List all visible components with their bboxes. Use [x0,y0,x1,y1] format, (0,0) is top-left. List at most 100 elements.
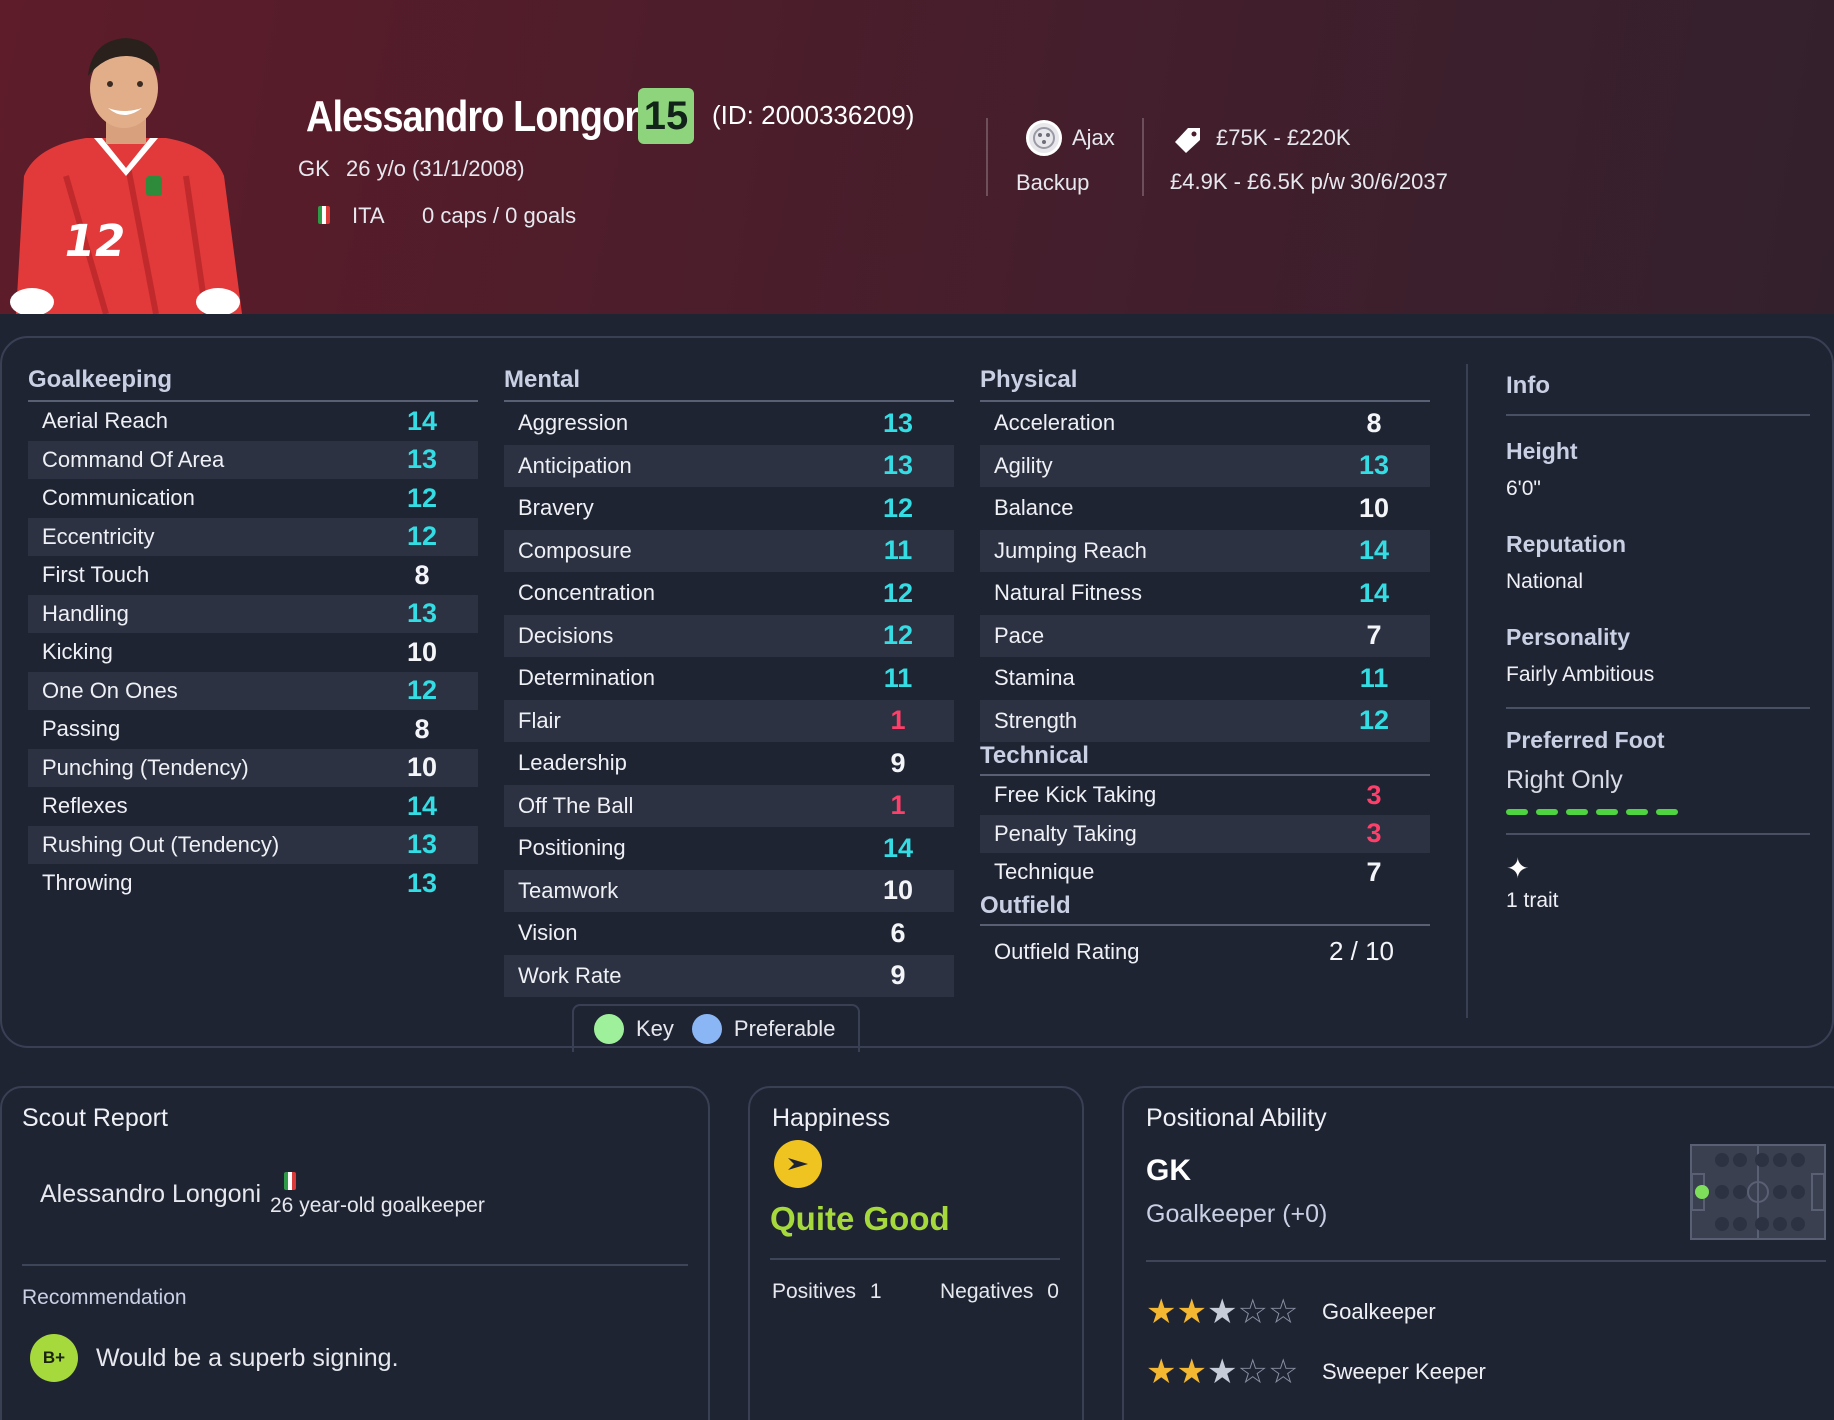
happiness-divider [770,1258,1060,1260]
attribute-row[interactable]: Off The Ball 1 [504,784,954,827]
attribute-row[interactable]: Natural Fitness 14 [980,572,1430,615]
attribute-value: 13 [882,407,914,438]
attribute-label: Pace [994,622,1045,648]
attribute-value: 13 [406,598,438,629]
positional-ability-card: Positional Ability GK Goalkeeper (+0) ★ ★… [1122,1086,1834,1420]
attribute-label: Flair [518,707,561,733]
attribute-row[interactable]: Balance 10 [980,487,1430,530]
attribute-row[interactable]: Communication 12 [28,479,478,518]
attribute-value: 7 [1366,620,1382,651]
scout-report-card: Scout Report Alessandro Longoni 26 year-… [0,1086,710,1420]
star-icon: ☆ [1267,1293,1299,1331]
club-name[interactable]: Ajax [1072,125,1115,151]
info-title: Info [1506,372,1810,416]
reputation-label: Reputation [1506,531,1627,557]
svg-text:12: 12 [60,216,130,267]
attribute-row[interactable]: Free Kick Taking 3 [980,776,1430,815]
attribute-value: 10 [1358,492,1390,523]
attribute-row[interactable]: Pace 7 [980,614,1430,657]
star-rating: ★ ★ ★ ☆ ☆ [1146,1355,1322,1389]
header-divider [986,118,988,196]
attribute-row[interactable]: Penalty Taking 3 [980,814,1430,853]
negatives-value: 0 [1047,1280,1059,1303]
attribute-row[interactable]: Reflexes 14 [28,787,478,826]
attribute-row[interactable]: Rushing Out (Tendency) 13 [28,825,478,864]
attribute-row[interactable]: Work Rate 9 [504,954,954,997]
attribute-row[interactable]: Acceleration 8 [980,402,1430,445]
happiness-status: Quite Good [770,1200,950,1237]
attribute-row[interactable]: Composure 11 [504,529,954,572]
role-rating-row[interactable]: ★ ★ ★ ☆ ☆ Goalkeeper [1146,1282,1486,1342]
attribute-row[interactable]: Strength 12 [980,699,1430,742]
key-label: Key [636,1016,674,1041]
attribute-row[interactable]: Command Of Area 13 [28,440,478,479]
position-role: Goalkeeper (+0) [1146,1200,1328,1228]
outfield-title: Outfield [980,892,1430,926]
attribute-row[interactable]: Eccentricity 12 [28,517,478,556]
attribute-row[interactable]: Handling 13 [28,594,478,633]
happy-face-icon [774,1140,822,1188]
attribute-value: 14 [1358,577,1390,608]
key-legend: Key Preferable [572,1004,860,1052]
attribute-value: 3 [1366,779,1382,810]
player-id: (ID: 2000336209) [712,100,915,130]
attribute-row[interactable]: Aggression 13 [504,402,954,445]
attribute-row[interactable]: Flair 1 [504,699,954,742]
attribute-value: 3 [1366,818,1382,849]
attribute-row[interactable]: Bravery 12 [504,487,954,530]
attribute-label: Stamina [994,665,1075,691]
attribute-value: 8 [414,559,430,590]
attribute-label: Acceleration [994,410,1116,436]
info-column: Info Height 6'0" Reputation National Per… [1506,372,1810,913]
attribute-value: 10 [882,875,914,906]
attribute-row[interactable]: Anticipation 13 [504,444,954,487]
attribute-label: Throwing [42,870,133,896]
outfield-rating-row: Outfield Rating 2 / 10 [980,926,1430,978]
attribute-value: 1 [890,705,906,736]
attribute-label: One On Ones [42,677,178,703]
traits-count[interactable]: 1 trait [1506,889,1810,913]
attribute-row[interactable]: Technique 7 [980,853,1430,892]
italy-flag-icon [318,206,330,224]
attribute-row[interactable]: Jumping Reach 14 [980,529,1430,572]
ability-badge: 15 [638,88,694,144]
attribute-value: 7 [1366,856,1382,887]
attribute-row[interactable]: Agility 13 [980,444,1430,487]
attribute-row[interactable]: Aerial Reach 14 [28,402,478,441]
attribute-row[interactable]: Throwing 13 [28,864,478,903]
attribute-row[interactable]: Teamwork 10 [504,869,954,912]
value-range: £75K - £220K [1216,125,1351,150]
physical-column: Physical Acceleration 8 Agility 13 Balance 10… [980,366,1430,978]
positives-value: 1 [869,1280,882,1303]
club-crest-icon[interactable] [1026,120,1062,156]
attribute-row[interactable]: Stamina 11 [980,657,1430,700]
role-rating-row[interactable]: ★ ★ ★ ☆ ☆ Sweeper Keeper [1146,1342,1486,1402]
attribute-row[interactable]: Passing 8 [28,710,478,749]
scout-description: 26 year-old goalkeeper [270,1194,485,1217]
pitch-map[interactable] [1690,1144,1826,1240]
key-dot-icon [594,1014,624,1044]
foot-strength-bar [1506,809,1810,815]
attribute-row[interactable]: One On Ones 12 [28,671,478,710]
attribute-row[interactable]: Positioning 14 [504,827,954,870]
attribute-value: 12 [882,577,914,608]
attribute-row[interactable]: Punching (Tendency) 10 [28,748,478,787]
contract-end: 30/6/2037 [1350,169,1448,194]
mental-title: Mental [504,366,954,402]
attribute-row[interactable]: Kicking 10 [28,633,478,672]
star-rating: ★ ★ ★ ☆ ☆ [1146,1295,1322,1329]
position-code: GK [1146,1154,1191,1187]
attribute-row[interactable]: Determination 11 [504,657,954,700]
attribute-row[interactable]: Concentration 12 [504,572,954,615]
attribute-row[interactable]: First Touch 8 [28,556,478,595]
star-icon: ★ [1206,1353,1238,1391]
attribute-row[interactable]: Leadership 9 [504,742,954,785]
attribute-label: Command Of Area [42,446,225,472]
mental-column: Mental Aggression 13 Anticipation 13 Bravery… [504,366,954,997]
attribute-label: Reflexes [42,793,128,819]
attribute-label: Technique [994,859,1095,885]
sparkle-icon[interactable]: ✦ [1506,855,1810,883]
attribute-row[interactable]: Vision 6 [504,912,954,955]
attribute-row[interactable]: Decisions 12 [504,614,954,657]
attribute-value: 12 [1358,705,1390,736]
